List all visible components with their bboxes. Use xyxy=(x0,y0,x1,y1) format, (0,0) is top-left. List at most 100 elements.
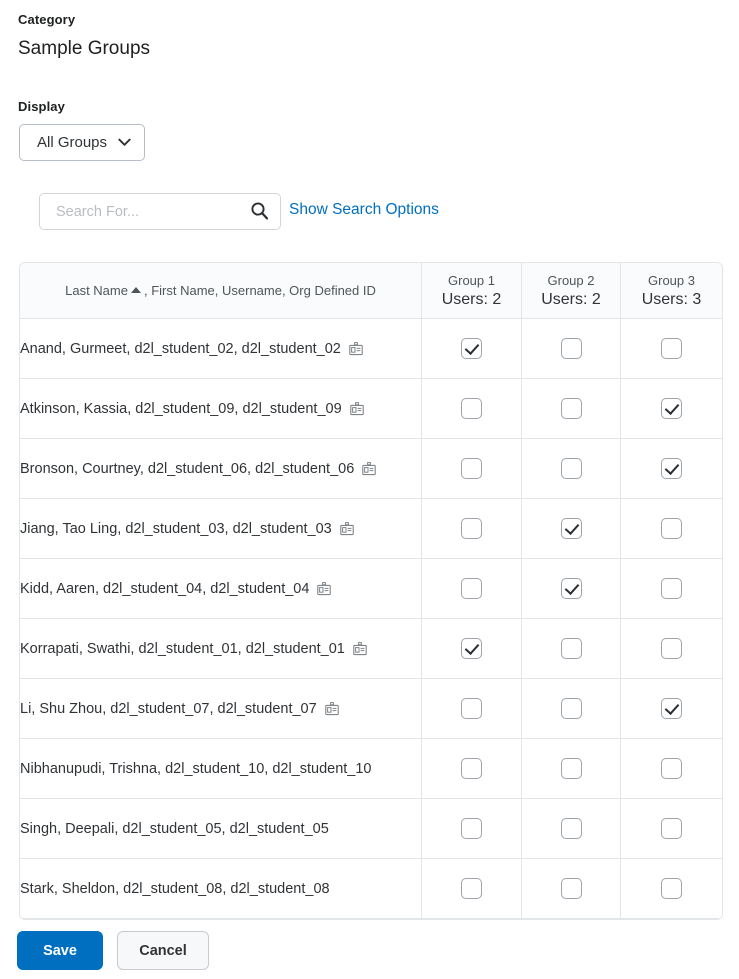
member-name-cell: Nibhanupudi, Trishna, d2l_student_10, d2… xyxy=(20,739,422,799)
group-1-checkbox-cell[interactable] xyxy=(422,379,522,439)
group-1-checkbox-cell[interactable] xyxy=(422,559,522,619)
member-name-cell: Atkinson, Kassia, d2l_student_09, d2l_st… xyxy=(20,379,422,439)
id-badge-icon xyxy=(340,521,354,535)
group-name: Group 2 xyxy=(547,272,595,288)
table-row: Atkinson, Kassia, d2l_student_09, d2l_st… xyxy=(20,379,722,439)
group-3-checkbox-cell[interactable] xyxy=(621,499,722,559)
group-3-checkbox-cell[interactable] xyxy=(621,619,722,679)
group-2-checkbox-cell[interactable] xyxy=(522,679,621,739)
group-2-checkbox[interactable] xyxy=(560,398,582,419)
group-3-checkbox[interactable] xyxy=(661,578,682,599)
group-1-checkbox-cell[interactable] xyxy=(422,799,522,859)
group-2-checkbox[interactable] xyxy=(560,638,582,659)
group-3-checkbox-cell[interactable] xyxy=(621,379,722,439)
group-1-checkbox-cell[interactable] xyxy=(422,679,522,739)
table-row: Anand, Gurmeet, d2l_student_02, d2l_stud… xyxy=(20,319,722,379)
group-3-checkbox-cell[interactable] xyxy=(621,799,722,859)
group-2-checkbox[interactable] xyxy=(560,758,582,779)
table-row: Singh, Deepali, d2l_student_05, d2l_stud… xyxy=(20,799,722,859)
table-row: Kidd, Aaren, d2l_student_04, d2l_student… xyxy=(20,559,722,619)
member-name-cell: Jiang, Tao Ling, d2l_student_03, d2l_stu… xyxy=(20,499,422,559)
column-header-name[interactable]: Last Name , First Name, Username, Org Def… xyxy=(20,263,422,319)
group-1-checkbox-cell[interactable] xyxy=(422,859,522,919)
column-header-group-1[interactable]: Group 1 Users: 2 xyxy=(422,263,522,319)
group-1-checkbox-cell[interactable] xyxy=(422,619,522,679)
group-2-checkbox-cell[interactable] xyxy=(522,619,621,679)
table-row: Bronson, Courtney, d2l_student_06, d2l_s… xyxy=(20,439,722,499)
member-name-label: Li, Shu Zhou, d2l_student_07, d2l_studen… xyxy=(20,700,317,717)
id-badge-icon xyxy=(324,701,339,716)
group-1-checkbox[interactable] xyxy=(461,818,482,839)
group-name: Group 1 xyxy=(448,272,495,288)
column-header-group-3[interactable]: Group 3 Users: 3 xyxy=(621,263,722,319)
group-3-checkbox[interactable] xyxy=(661,338,682,359)
group-3-checkbox[interactable] xyxy=(661,818,682,839)
group-1-checkbox[interactable] xyxy=(461,338,482,359)
column-header-group-2[interactable]: Group 2 Users: 2 xyxy=(522,263,621,319)
table-header-row: Last Name , First Name, Username, Org Def… xyxy=(20,263,722,319)
group-1-checkbox[interactable] xyxy=(461,698,482,719)
id-badge-icon xyxy=(317,581,332,595)
group-members-table: Last Name , First Name, Username, Org Def… xyxy=(19,262,723,920)
group-3-checkbox[interactable] xyxy=(661,398,682,419)
table-row: Li, Shu Zhou, d2l_student_07, d2l_studen… xyxy=(20,679,722,739)
group-3-checkbox-cell[interactable] xyxy=(621,439,722,499)
table-row: Jiang, Tao Ling, d2l_student_03, d2l_stu… xyxy=(20,499,722,559)
group-2-checkbox[interactable] xyxy=(560,878,582,899)
group-1-checkbox[interactable] xyxy=(461,518,482,539)
member-name-label: Jiang, Tao Ling, d2l_student_03, d2l_stu… xyxy=(20,520,332,537)
group-1-checkbox-cell[interactable] xyxy=(422,439,522,499)
group-3-checkbox[interactable] xyxy=(661,458,682,479)
group-1-checkbox[interactable] xyxy=(461,638,482,659)
id-badge-icon xyxy=(353,641,367,656)
group-1-checkbox-cell[interactable] xyxy=(422,499,522,559)
cancel-button[interactable]: Cancel xyxy=(117,931,209,970)
member-name-label: Nibhanupudi, Trishna, d2l_student_10, d2… xyxy=(20,760,372,777)
group-2-checkbox[interactable] xyxy=(560,698,582,719)
group-2-checkbox-cell[interactable] xyxy=(522,739,621,799)
member-name-cell: Singh, Deepali, d2l_student_05, d2l_stud… xyxy=(20,799,422,859)
group-1-checkbox[interactable] xyxy=(461,758,482,779)
member-name-label: Bronson, Courtney, d2l_student_06, d2l_s… xyxy=(20,460,355,477)
group-3-checkbox-cell[interactable] xyxy=(621,859,722,919)
group-2-checkbox-cell[interactable] xyxy=(522,379,621,439)
name-column-rest: , First Name, Username, Org Defined ID xyxy=(143,282,376,298)
group-2-checkbox[interactable] xyxy=(560,518,582,539)
member-name-label: Anand, Gurmeet, d2l_student_02, d2l_stud… xyxy=(20,340,341,357)
member-name-cell: Li, Shu Zhou, d2l_student_07, d2l_studen… xyxy=(20,679,422,739)
group-2-checkbox-cell[interactable] xyxy=(522,859,621,919)
member-name-cell: Anand, Gurmeet, d2l_student_02, d2l_stud… xyxy=(20,319,422,379)
group-3-checkbox[interactable] xyxy=(661,878,682,899)
group-3-checkbox-cell[interactable] xyxy=(621,739,722,799)
group-user-count: Users: 2 xyxy=(541,290,601,308)
group-2-checkbox-cell[interactable] xyxy=(522,319,621,379)
group-3-checkbox[interactable] xyxy=(661,518,682,539)
group-2-checkbox[interactable] xyxy=(560,338,582,359)
group-3-checkbox-cell[interactable] xyxy=(621,679,722,739)
group-1-checkbox-cell[interactable] xyxy=(422,739,522,799)
group-3-checkbox-cell[interactable] xyxy=(621,559,722,619)
group-1-checkbox[interactable] xyxy=(461,398,482,419)
group-3-checkbox[interactable] xyxy=(661,638,682,659)
id-badge-icon xyxy=(353,641,367,655)
id-badge-icon xyxy=(362,461,377,476)
group-2-checkbox[interactable] xyxy=(560,578,582,599)
group-2-checkbox[interactable] xyxy=(560,818,582,839)
member-name-cell: Bronson, Courtney, d2l_student_06, d2l_s… xyxy=(20,439,422,499)
member-name-label: Stark, Sheldon, d2l_student_08, d2l_stud… xyxy=(20,880,330,897)
group-2-checkbox-cell[interactable] xyxy=(522,559,621,619)
group-1-checkbox[interactable] xyxy=(461,458,482,479)
group-2-checkbox[interactable] xyxy=(560,458,582,479)
group-1-checkbox[interactable] xyxy=(461,878,482,899)
group-3-checkbox[interactable] xyxy=(661,758,682,779)
group-3-checkbox[interactable] xyxy=(661,698,682,719)
group-2-checkbox-cell[interactable] xyxy=(522,499,621,559)
save-button[interactable]: Save xyxy=(17,931,103,970)
group-user-count: Users: 3 xyxy=(641,290,702,308)
group-1-checkbox-cell[interactable] xyxy=(422,319,522,379)
group-2-checkbox-cell[interactable] xyxy=(522,799,621,859)
group-1-checkbox[interactable] xyxy=(461,578,482,599)
group-enrollment-page: Category Sample Groups Display All Group… xyxy=(0,0,739,979)
group-3-checkbox-cell[interactable] xyxy=(621,319,722,379)
group-2-checkbox-cell[interactable] xyxy=(522,439,621,499)
